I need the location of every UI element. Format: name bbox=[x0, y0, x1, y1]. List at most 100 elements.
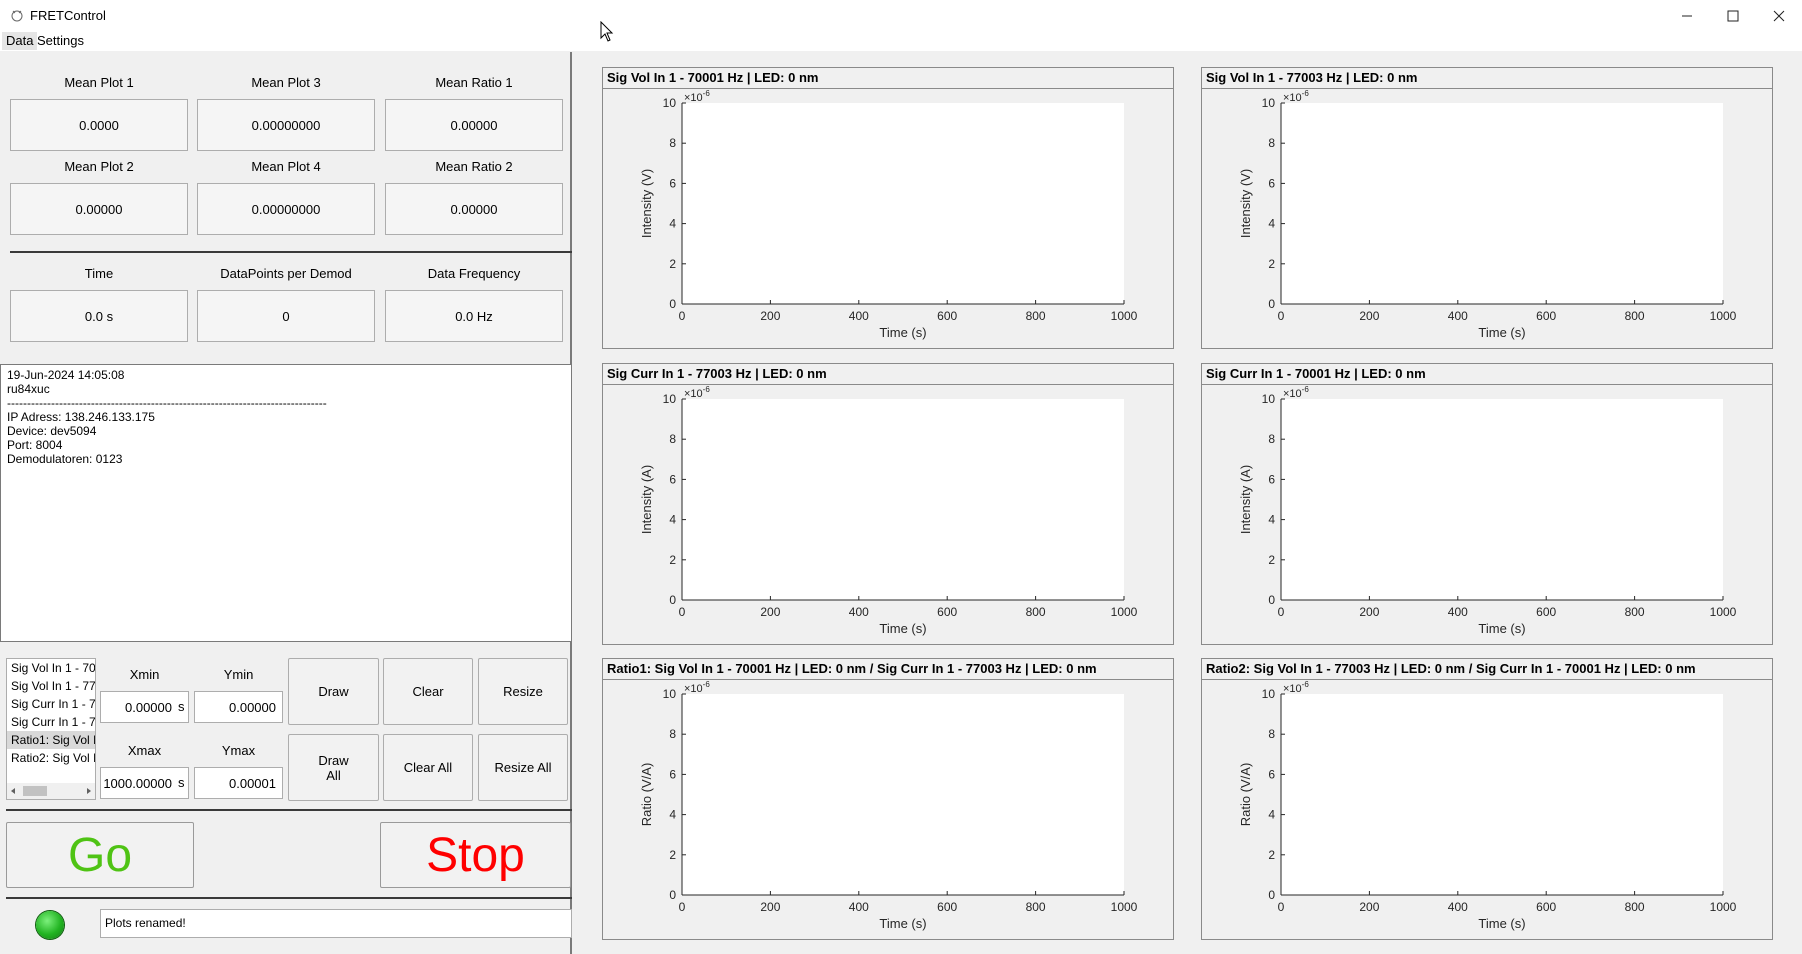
clear-all-button[interactable]: Clear All bbox=[383, 734, 473, 801]
x-tick-label: 0 bbox=[679, 900, 686, 914]
x-tick-label: 600 bbox=[1536, 309, 1556, 323]
stop-button[interactable]: Stop bbox=[380, 822, 571, 888]
ymax-input[interactable]: 0.00001 bbox=[194, 767, 283, 799]
chart-svg[interactable]: 0 200 400 600 800 1000 0 2 4 6 8 10 ×10-6 Time (s) Int… bbox=[1202, 89, 1772, 349]
x-axis-label: Time (s) bbox=[879, 621, 926, 636]
ymin-input[interactable]: 0.00000 bbox=[194, 691, 283, 723]
x-tick-label: 800 bbox=[1026, 309, 1046, 323]
time-value: 0.0 s bbox=[10, 290, 188, 342]
x-tick-label: 600 bbox=[937, 309, 957, 323]
x-axis-label: Time (s) bbox=[1478, 325, 1525, 340]
datapoints-value: 0 bbox=[197, 290, 375, 342]
chart-svg[interactable]: 0 200 400 600 800 1000 0 2 4 6 8 10 ×10-6 Time (s) Rat… bbox=[1202, 680, 1772, 940]
x-tick-label: 200 bbox=[760, 605, 780, 619]
data-frequency-label: Data Frequency bbox=[427, 266, 521, 281]
y-exponent-label: ×10-6 bbox=[1283, 680, 1309, 695]
chart-svg[interactable]: 0 200 400 600 800 1000 0 2 4 6 8 10 ×10-6 Time (s) Int… bbox=[603, 385, 1173, 645]
plot-area[interactable] bbox=[1281, 103, 1723, 304]
y-tick-label: 0 bbox=[669, 297, 676, 311]
y-axis-label: Intensity (A) bbox=[639, 465, 654, 534]
menu-settings[interactable]: Settings bbox=[33, 32, 88, 50]
go-button[interactable]: Go bbox=[6, 822, 194, 888]
minimize-icon bbox=[1682, 15, 1692, 16]
y-tick-label: 10 bbox=[663, 96, 677, 110]
clear-button[interactable]: Clear bbox=[383, 658, 473, 725]
y-tick-label: 10 bbox=[663, 687, 677, 701]
mean-ratio-2-value: 0.00000 bbox=[385, 183, 563, 235]
plot-area[interactable] bbox=[682, 103, 1124, 304]
list-item[interactable]: Sig Vol In 1 - 70 bbox=[7, 659, 95, 677]
plot-area[interactable] bbox=[682, 399, 1124, 600]
close-button[interactable] bbox=[1756, 0, 1802, 31]
x-tick-label: 200 bbox=[1359, 309, 1379, 323]
x-tick-label: 600 bbox=[937, 605, 957, 619]
draw-all-button[interactable]: Draw All bbox=[288, 734, 379, 801]
plot-title: Sig Vol In 1 - 70001 Hz | LED: 0 nm bbox=[603, 68, 1173, 89]
maximize-button[interactable] bbox=[1710, 0, 1756, 31]
plot-area[interactable] bbox=[1281, 694, 1723, 895]
x-tick-label: 200 bbox=[1359, 900, 1379, 914]
plot-area[interactable] bbox=[1281, 399, 1723, 600]
plots-area: Sig Vol In 1 - 70001 Hz | LED: 0 nm 0 200 4… bbox=[574, 52, 1802, 954]
chart-svg[interactable]: 0 200 400 600 800 1000 0 2 4 6 8 10 ×10-6 Time (s) Int… bbox=[1202, 385, 1772, 645]
x-tick-label: 0 bbox=[679, 605, 686, 619]
minimize-button[interactable] bbox=[1664, 0, 1710, 31]
log-line: IP Adress: 138.246.133.175 bbox=[7, 410, 155, 424]
plot-area[interactable] bbox=[682, 694, 1124, 895]
scroll-thumb[interactable] bbox=[23, 786, 47, 796]
plot-panel-6: Ratio2: Sig Vol In 1 - 77003 Hz | LED: 0… bbox=[1201, 658, 1773, 940]
status-led bbox=[36, 911, 64, 939]
y-tick-label: 8 bbox=[669, 432, 676, 446]
y-tick-label: 6 bbox=[669, 767, 676, 781]
menu-bar bbox=[0, 31, 1802, 51]
y-tick-label: 10 bbox=[1262, 392, 1276, 406]
x-tick-label: 400 bbox=[1448, 605, 1468, 619]
scroll-left-icon[interactable] bbox=[11, 788, 15, 794]
y-tick-label: 6 bbox=[669, 176, 676, 190]
log-line: ----------------------------------------… bbox=[7, 396, 327, 410]
y-tick-label: 2 bbox=[1268, 257, 1275, 271]
x-tick-label: 0 bbox=[679, 309, 686, 323]
plot-listbox[interactable]: Sig Vol In 1 - 70 Sig Vol In 1 - 77 Sig … bbox=[6, 658, 96, 800]
y-tick-label: 6 bbox=[1268, 767, 1275, 781]
list-item-selected[interactable]: Ratio1: Sig Vol I bbox=[7, 731, 95, 749]
x-tick-label: 200 bbox=[760, 900, 780, 914]
y-tick-label: 10 bbox=[663, 392, 677, 406]
x-tick-label: 600 bbox=[937, 900, 957, 914]
x-axis-label: Time (s) bbox=[1478, 621, 1525, 636]
y-axis-label: Intensity (V) bbox=[639, 169, 654, 238]
y-tick-label: 4 bbox=[1268, 513, 1275, 527]
x-axis-label: Time (s) bbox=[879, 325, 926, 340]
y-tick-label: 10 bbox=[1262, 96, 1276, 110]
scroll-right-icon[interactable] bbox=[87, 788, 91, 794]
x-tick-label: 0 bbox=[1278, 900, 1285, 914]
xmax-input[interactable]: 1000.00000 bbox=[100, 767, 189, 799]
x-tick-label: 1000 bbox=[1710, 605, 1737, 619]
y-tick-label: 0 bbox=[1268, 593, 1275, 607]
list-item[interactable]: Ratio2: Sig Vol I bbox=[7, 749, 95, 767]
chart-svg[interactable]: 0 200 400 600 800 1000 0 2 4 6 8 10 ×10-6 Time (s) Int… bbox=[603, 89, 1173, 349]
chart-svg[interactable]: 0 200 400 600 800 1000 0 2 4 6 8 10 ×10-6 Time (s) Rat… bbox=[603, 680, 1173, 940]
y-tick-label: 4 bbox=[1268, 808, 1275, 822]
list-item[interactable]: Sig Curr In 1 - 7 bbox=[7, 695, 95, 713]
x-tick-label: 800 bbox=[1026, 605, 1046, 619]
list-horizontal-scrollbar[interactable] bbox=[7, 783, 95, 799]
resize-button[interactable]: Resize bbox=[478, 658, 568, 725]
y-tick-label: 2 bbox=[669, 553, 676, 567]
draw-button[interactable]: Draw bbox=[288, 658, 379, 725]
log-textarea[interactable]: 19-Jun-2024 14:05:08 ru84xuc -----------… bbox=[0, 364, 572, 642]
list-item[interactable]: Sig Curr In 1 - 7 bbox=[7, 713, 95, 731]
y-tick-label: 2 bbox=[669, 257, 676, 271]
y-tick-label: 4 bbox=[669, 513, 676, 527]
y-tick-label: 4 bbox=[669, 217, 676, 231]
plot-panel-4: Sig Curr In 1 - 70001 Hz | LED: 0 nm 0 200… bbox=[1201, 363, 1773, 645]
close-icon bbox=[1773, 10, 1785, 21]
app-icon bbox=[11, 10, 23, 22]
y-tick-label: 4 bbox=[669, 808, 676, 822]
list-item[interactable]: Sig Vol In 1 - 77 bbox=[7, 677, 95, 695]
x-axis-label: Time (s) bbox=[1478, 916, 1525, 931]
x-tick-label: 400 bbox=[849, 309, 869, 323]
xmin-input[interactable]: 0.00000 bbox=[100, 691, 189, 723]
resize-all-button[interactable]: Resize All bbox=[478, 734, 568, 801]
y-axis-label: Ratio (V/A) bbox=[639, 763, 654, 827]
